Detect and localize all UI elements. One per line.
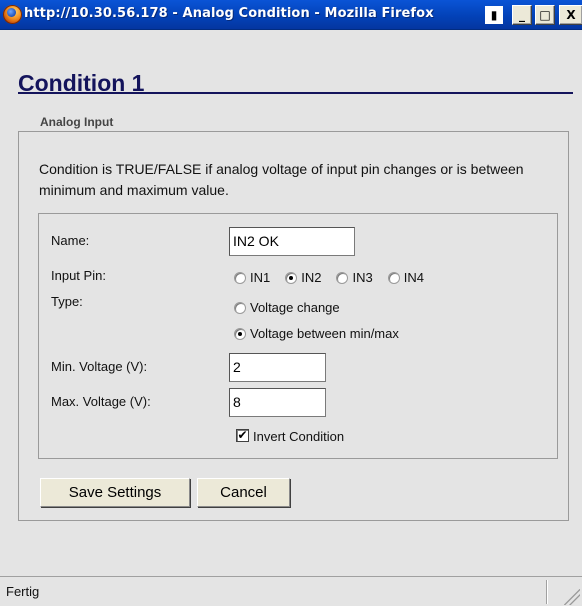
radio-voltage-change-label: Voltage change: [250, 300, 340, 315]
radio-in4[interactable]: [387, 271, 400, 284]
status-divider: [546, 580, 547, 604]
radio-in1-label: IN1: [250, 270, 271, 285]
radio-in3-label: IN3: [352, 270, 373, 285]
min-voltage-label: Min. Voltage (V):: [51, 359, 148, 374]
radio-voltage-between[interactable]: [234, 327, 246, 340]
name-input[interactable]: IN2 OK: [229, 227, 355, 256]
window-title-bar[interactable]: http://10.30.56.178 - Analog Condition -…: [0, 0, 582, 30]
max-voltage-label: Max. Voltage (V):: [51, 394, 151, 409]
type-label: Type:: [51, 294, 83, 309]
window-title: http://10.30.56.178 - Analog Condition -…: [24, 6, 434, 21]
radio-in4-label: IN4: [403, 270, 424, 285]
title-divider: [18, 92, 573, 94]
status-text: Fertig: [6, 584, 40, 599]
save-settings-button[interactable]: Save Settings: [40, 478, 190, 507]
min-voltage-input[interactable]: 2: [229, 353, 326, 382]
maximize-button[interactable]: □: [535, 5, 555, 25]
radio-in2[interactable]: [285, 271, 298, 284]
name-label: Name:: [51, 233, 90, 248]
minimize-button[interactable]: _: [512, 5, 532, 25]
input-pin-label: Input Pin:: [51, 268, 106, 283]
status-bar: Fertig: [0, 576, 582, 606]
firefox-logo-icon: [3, 5, 22, 24]
resize-grip-icon[interactable]: [564, 589, 580, 605]
invert-condition-checkbox[interactable]: ✔: [236, 429, 249, 442]
condition-description: Condition is TRUE/FALSE if analog voltag…: [39, 161, 524, 198]
invert-condition-label: Invert Condition: [253, 429, 345, 444]
radio-in3[interactable]: [336, 271, 349, 284]
input-pin-group: IN1 IN2 IN3 IN4: [234, 270, 424, 285]
radio-voltage-change[interactable]: [234, 301, 246, 314]
fieldset-legend: Analog Input: [40, 115, 114, 129]
radio-in1[interactable]: [234, 271, 246, 284]
type-option-between: Voltage between min/max: [234, 326, 399, 341]
cancel-button[interactable]: Cancel: [197, 478, 290, 507]
radio-in2-label: IN2: [301, 270, 322, 285]
restore-icon[interactable]: ▮: [485, 6, 503, 24]
type-option-change: Voltage change: [234, 300, 340, 315]
max-voltage-input[interactable]: 8: [229, 388, 326, 417]
close-button[interactable]: X: [559, 5, 582, 25]
radio-voltage-between-label: Voltage between min/max: [250, 326, 399, 341]
